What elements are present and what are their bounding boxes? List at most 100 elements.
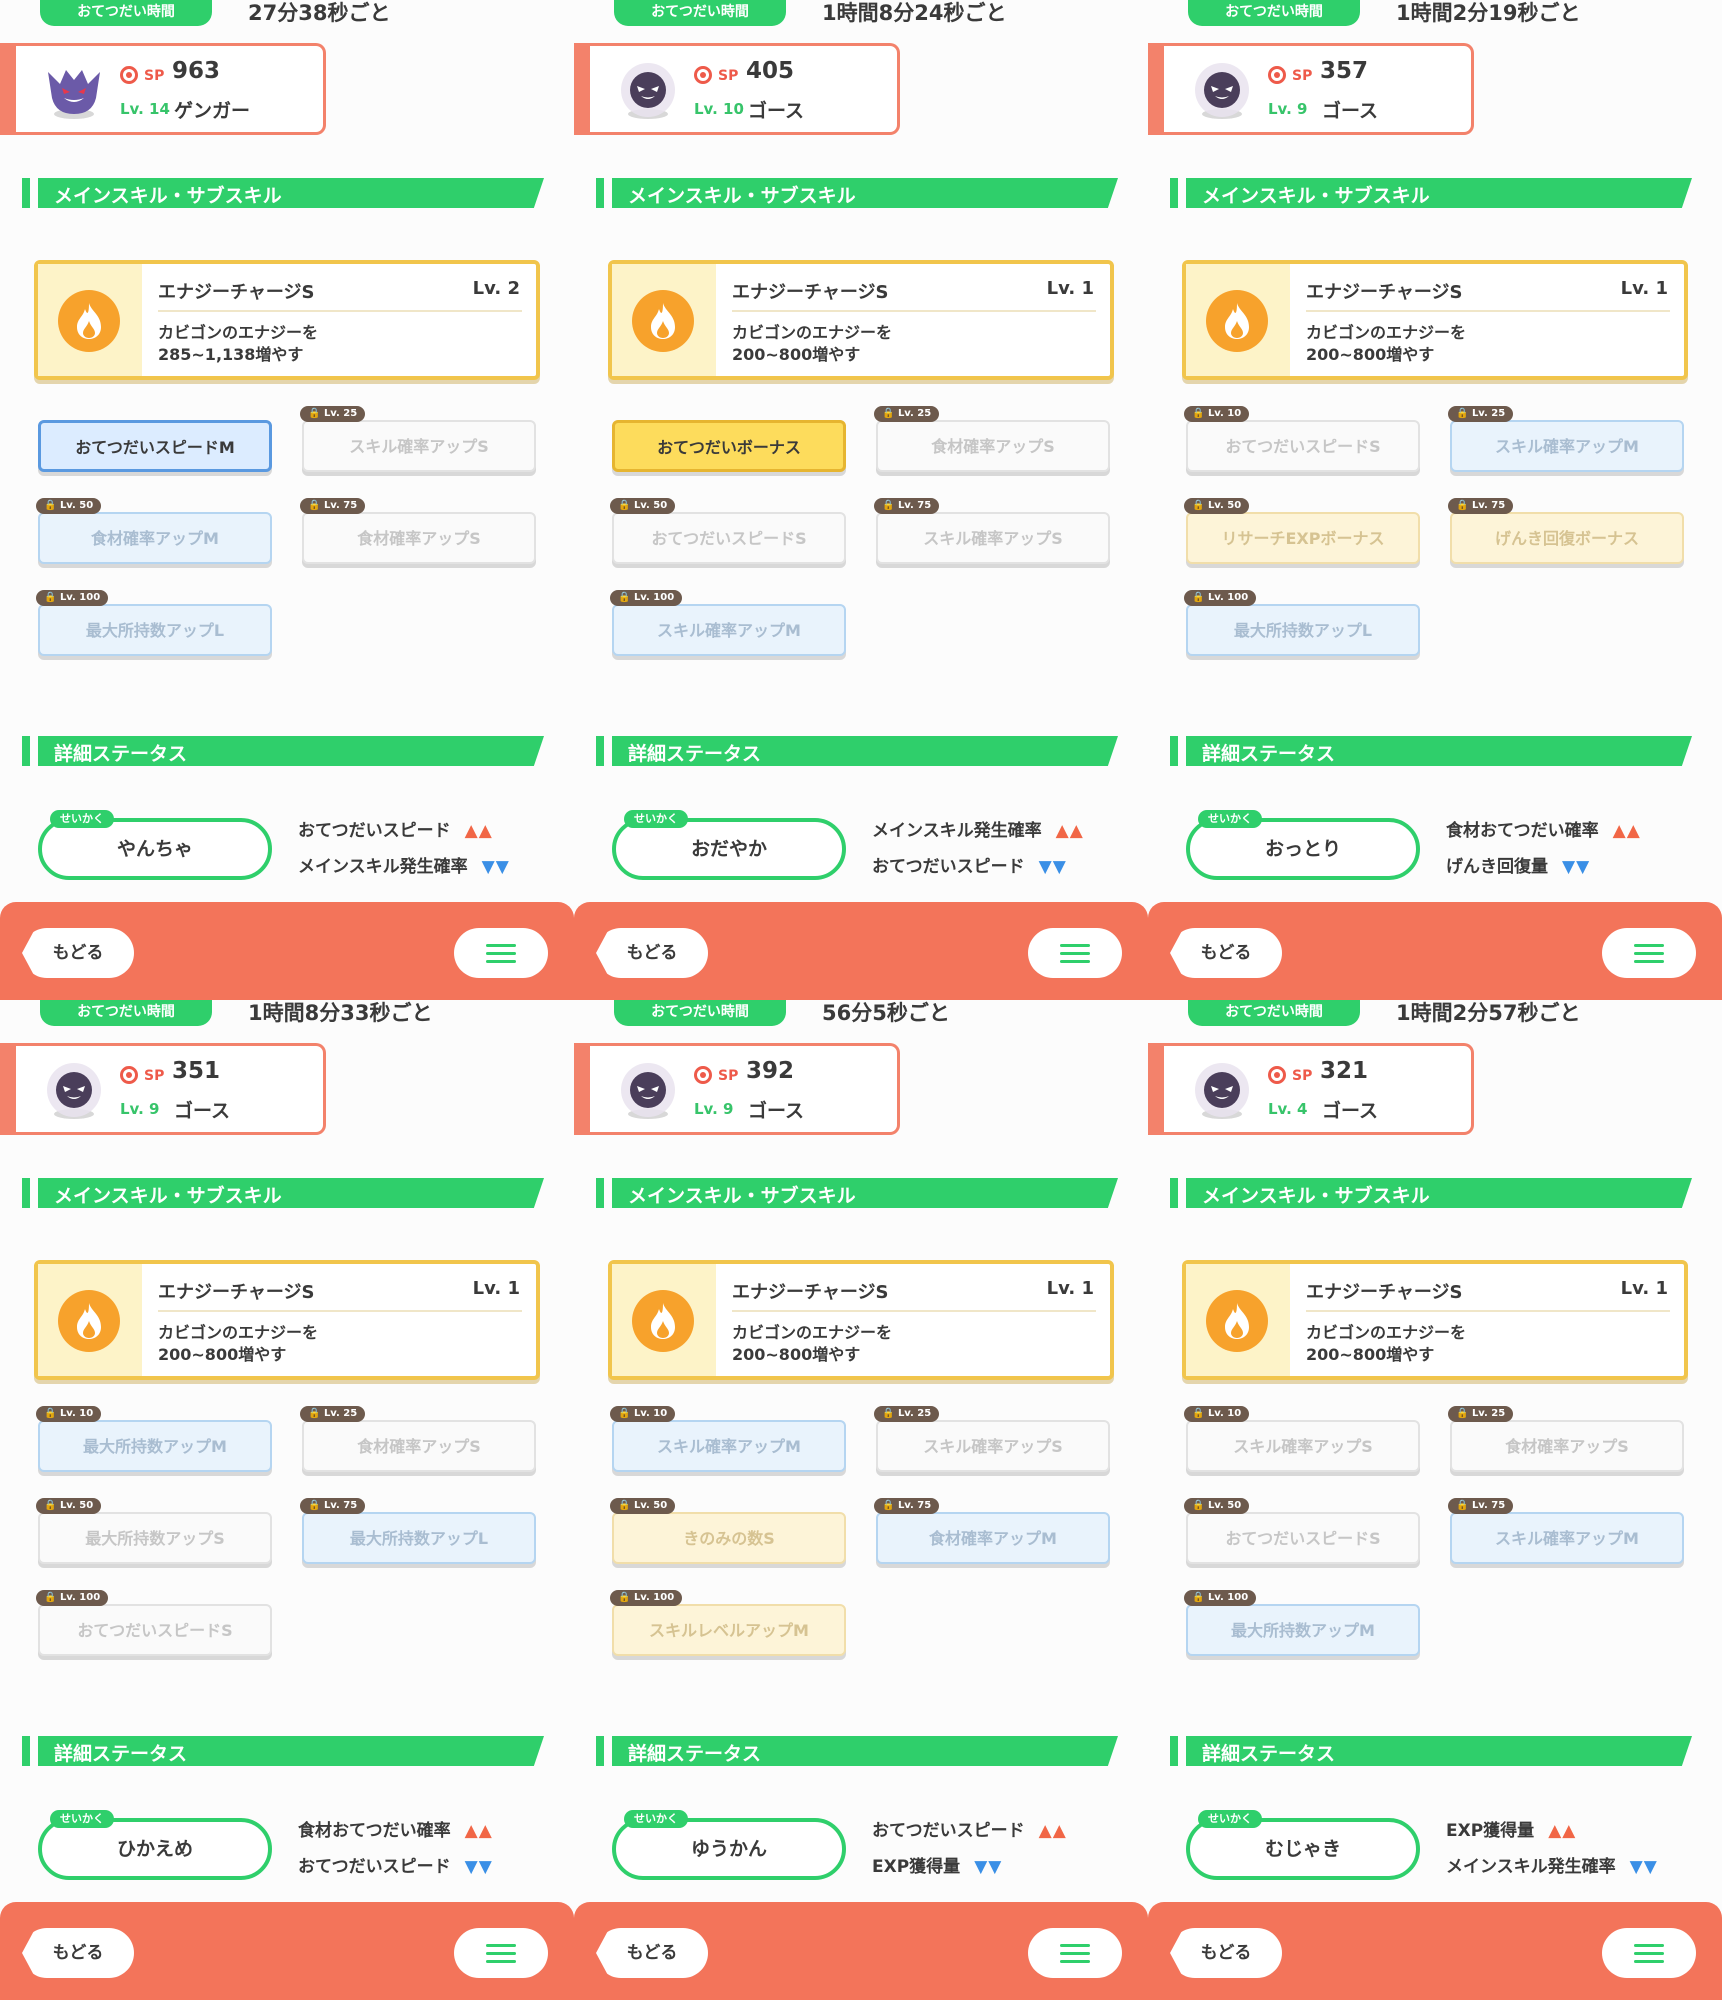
down-arrows-icon: ▼▼ — [1629, 1857, 1658, 1877]
nature-pill[interactable]: せいかく おっとり — [1186, 810, 1420, 880]
help-time-label: おてつだい時間 — [614, 1000, 786, 1026]
lock-icon: 🔒 — [618, 500, 631, 511]
subskill-slot[interactable]: 🔒 Lv. 100 最大所持数アップL — [36, 590, 272, 656]
pokeball-icon — [1268, 66, 1286, 84]
unlock-level-tag: 🔒 Lv. 10 — [36, 1406, 102, 1422]
main-skill-level: Lv. 1 — [1046, 278, 1094, 299]
back-button[interactable]: もどる — [1170, 928, 1282, 978]
unlock-level: Lv. 50 — [1207, 500, 1242, 511]
section-header-skills: メインスキル・サブスキル — [596, 178, 1118, 208]
subskill-slot[interactable]: 🔒 Lv. 75 食材確率アップM — [874, 1498, 1110, 1564]
stat-up-label: おてつだいスピード — [872, 1821, 1025, 1841]
nature-pill[interactable]: せいかく おだやか — [612, 810, 846, 880]
section-title: 詳細ステータス — [628, 743, 762, 765]
section-title: 詳細ステータス — [54, 743, 188, 765]
back-button[interactable]: もどる — [22, 1928, 134, 1978]
pokemon-card[interactable]: SP 321 Lv. 4 ゴース — [1148, 1043, 1474, 1135]
lock-icon: 🔒 — [618, 592, 631, 603]
pokemon-card[interactable]: SP 963 Lv. 14 ゲンガー — [0, 43, 326, 135]
subskill-slot[interactable]: 🔒 Lv. 75 スキル確率アップS — [874, 498, 1110, 564]
main-skill-card[interactable]: エナジーチャージS Lv. 1 カビゴンのエナジーを 200~800増やす — [608, 260, 1114, 380]
nature-pill[interactable]: せいかく ゆうかん — [612, 1810, 846, 1880]
subskill-slot[interactable]: 🔒 Lv. 10 おてつだいスピードS — [1184, 406, 1420, 472]
main-skill-card[interactable]: エナジーチャージS Lv. 1 カビゴンのエナジーを 200~800増やす — [1182, 260, 1688, 380]
lock-icon: 🔒 — [44, 1408, 57, 1419]
pokemon-sprite-icon — [616, 58, 680, 122]
subskill-slot[interactable]: 🔒 Lv. 75 スキル確率アップM — [1448, 1498, 1684, 1564]
up-arrows-icon: ▲▲ — [1055, 821, 1084, 841]
subskill-slot[interactable]: 🔒 Lv. 75 食材確率アップS — [300, 498, 536, 564]
unlock-level-tag: 🔒 Lv. 100 — [36, 1590, 109, 1606]
unlock-level-tag: 🔒 Lv. 75 — [874, 498, 940, 514]
subskill-slot[interactable]: 🔒 Lv. 25 スキル確率アップS — [300, 406, 536, 472]
subskill-slot[interactable]: 🔒 Lv. 75 最大所持数アップL — [300, 1498, 536, 1564]
hamburger-menu-icon[interactable] — [1602, 1928, 1696, 1978]
hamburger-menu-icon[interactable] — [1028, 928, 1122, 978]
subskill-slot[interactable]: 🔒 Lv. 100 スキル確率アップM — [610, 590, 846, 656]
main-skill-card[interactable]: エナジーチャージS Lv. 1 カビゴンのエナジーを 200~800増やす — [1182, 1260, 1688, 1380]
nature-pill[interactable]: せいかく ひかえめ — [38, 1810, 272, 1880]
subskill-slot[interactable]: 🔒 Lv. 25 食材確率アップS — [874, 406, 1110, 472]
subskill-slot[interactable]: 🔒 Lv. 100 おてつだいスピードS — [36, 1590, 272, 1656]
subskill-slot[interactable]: 🔒 Lv. 75 げんき回復ボーナス — [1448, 498, 1684, 564]
nature-pill[interactable]: せいかく やんちゃ — [38, 810, 272, 880]
subskill-slot[interactable]: 🔒 Lv. 50 きのみの数S — [610, 1498, 846, 1564]
back-button[interactable]: もどる — [596, 928, 708, 978]
subskill-slot[interactable]: 🔒 Lv. 50 おてつだいスピードS — [610, 498, 846, 564]
subskill-slot[interactable]: 🔒 Lv. 50 おてつだいスピードS — [1184, 1498, 1420, 1564]
unlock-level: Lv. 10 — [633, 1408, 668, 1419]
hamburger-menu-icon[interactable] — [1602, 928, 1696, 978]
fire-icon — [58, 1290, 120, 1352]
subskill-slot[interactable]: 🔒 Lv. 10 最大所持数アップM — [36, 1406, 272, 1472]
section-header-detail: 詳細ステータス — [1170, 1736, 1692, 1766]
subskill-slot[interactable]: 🔒 Lv. 50 食材確率アップM — [36, 498, 272, 564]
hamburger-menu-icon[interactable] — [454, 1928, 548, 1978]
nature-pill[interactable]: せいかく むじゃき — [1186, 1810, 1420, 1880]
unlock-level: Lv. 100 — [1207, 1592, 1249, 1603]
pokemon-card[interactable]: SP 357 Lv. 9 ゴース — [1148, 43, 1474, 135]
subskill-slot[interactable]: 🔒 Lv. 25 食材確率アップS — [300, 1406, 536, 1472]
sp-label: SP — [1292, 1068, 1313, 1084]
unlock-level: Lv. 50 — [59, 1500, 94, 1511]
back-button[interactable]: もどる — [22, 928, 134, 978]
subskill-slot[interactable]: おてつだいボーナス — [612, 420, 846, 472]
subskill-name: げんき回復ボーナス — [1494, 529, 1639, 548]
subskill-slot[interactable]: 🔒 Lv. 25 スキル確率アップM — [1448, 406, 1684, 472]
back-button[interactable]: もどる — [596, 1928, 708, 1978]
main-skill-card[interactable]: エナジーチャージS Lv. 1 カビゴンのエナジーを 200~800増やす — [608, 1260, 1114, 1380]
subskill-slot[interactable]: おてつだいスピードM — [38, 420, 272, 472]
unlock-level: Lv. 75 — [323, 500, 358, 511]
subskill-name: スキルレベルアップM — [649, 1621, 809, 1640]
unlock-level: Lv. 25 — [1471, 408, 1506, 419]
subskill-slot[interactable]: 🔒 Lv. 50 最大所持数アップS — [36, 1498, 272, 1564]
subskill-slot[interactable]: 🔒 Lv. 25 スキル確率アップS — [874, 1406, 1110, 1472]
unlock-level: Lv. 75 — [1471, 1500, 1506, 1511]
subskill-slot[interactable]: 🔒 Lv. 10 スキル確率アップM — [610, 1406, 846, 1472]
section-title: メインスキル・サブスキル — [54, 185, 282, 207]
pokemon-card[interactable]: SP 392 Lv. 9 ゴース — [574, 1043, 900, 1135]
subskill-name: 最大所持数アップM — [83, 1437, 227, 1456]
unlock-level: Lv. 75 — [1471, 500, 1506, 511]
subskill-slot[interactable]: 🔒 Lv. 10 スキル確率アップS — [1184, 1406, 1420, 1472]
main-skill-card[interactable]: エナジーチャージS Lv. 2 カビゴンのエナジーを 285~1,138増やす — [34, 260, 540, 380]
hamburger-menu-icon[interactable] — [1028, 1928, 1122, 1978]
subskill-slot[interactable]: 🔒 Lv. 25 食材確率アップS — [1448, 1406, 1684, 1472]
pokemon-card[interactable]: SP 351 Lv. 9 ゴース — [0, 1043, 326, 1135]
main-skill-description: カビゴンのエナジーを 200~800増やす — [158, 1323, 319, 1364]
main-skill-level: Lv. 1 — [1620, 278, 1668, 299]
lock-icon: 🔒 — [1192, 1408, 1205, 1419]
section-header-detail: 詳細ステータス — [1170, 736, 1692, 766]
pokemon-name: ゲンガー — [174, 100, 251, 122]
pokemon-card[interactable]: SP 405 Lv. 10 ゴース — [574, 43, 900, 135]
subskill-slot[interactable]: 🔒 Lv. 100 最大所持数アップM — [1184, 1590, 1420, 1656]
subskill-slot[interactable]: 🔒 Lv. 100 最大所持数アップL — [1184, 590, 1420, 656]
main-skill-card[interactable]: エナジーチャージS Lv. 1 カビゴンのエナジーを 200~800増やす — [34, 1260, 540, 1380]
section-title: メインスキル・サブスキル — [1202, 1185, 1430, 1207]
sp-value: 357 — [1320, 58, 1369, 84]
subskill-slot[interactable]: 🔒 Lv. 50 リサーチEXPボーナス — [1184, 498, 1420, 564]
hamburger-menu-icon[interactable] — [454, 928, 548, 978]
subskill-slot[interactable]: 🔒 Lv. 100 スキルレベルアップM — [610, 1590, 846, 1656]
back-button[interactable]: もどる — [1170, 1928, 1282, 1978]
subskill-name: 食材確率アップM — [91, 529, 219, 548]
help-time-value: 56分5秒ごと — [822, 1001, 950, 1025]
